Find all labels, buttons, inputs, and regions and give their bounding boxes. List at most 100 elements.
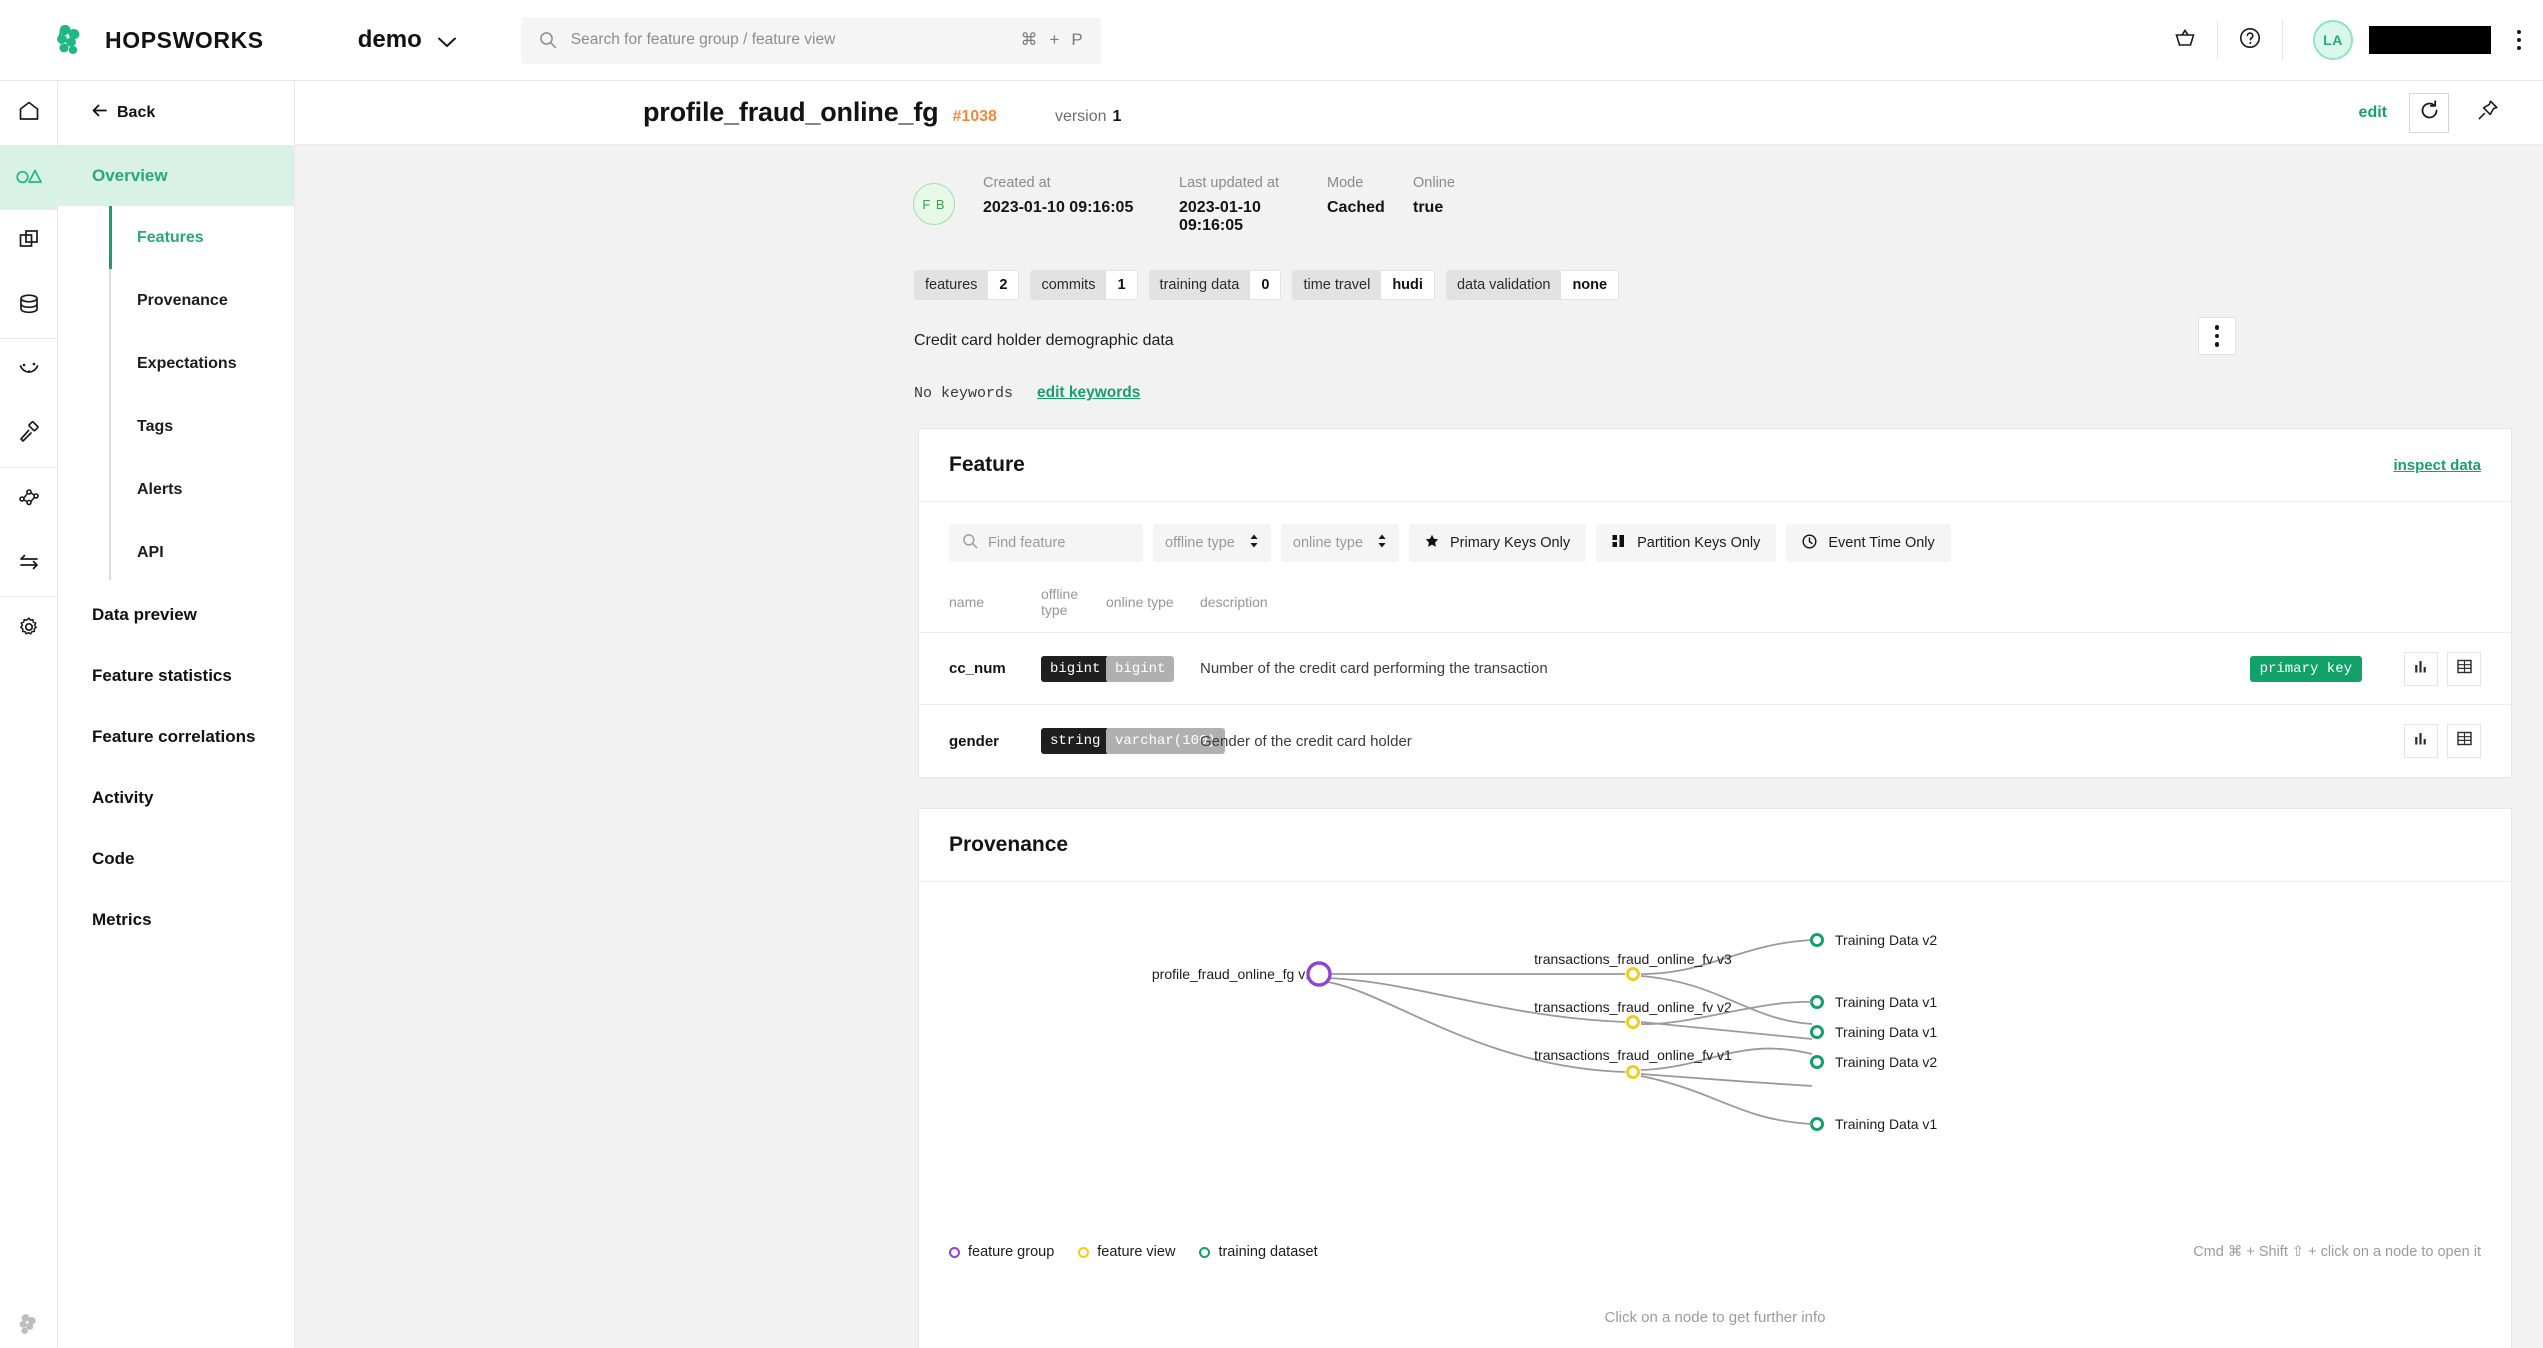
- kebab-menu-icon[interactable]: [2517, 30, 2521, 50]
- online-type-select[interactable]: online type: [1280, 524, 1400, 562]
- inspect-data-link[interactable]: inspect data: [2393, 457, 2481, 474]
- top-bar-actions: LA: [2153, 0, 2521, 80]
- page-id-badge: #1038: [952, 108, 997, 125]
- feature-offline-type-cell: string: [1041, 728, 1110, 754]
- status-badge: [2342, 736, 2362, 746]
- sidebar-item-tags[interactable]: Tags: [58, 395, 294, 458]
- database-icon: [17, 292, 41, 321]
- partition-keys-only-filter[interactable]: Partition Keys Only: [1596, 524, 1777, 562]
- feature-preview-button[interactable]: [2447, 651, 2481, 686]
- sort-updown-icon: [1377, 533, 1387, 553]
- feature-group-options-button[interactable]: [2198, 317, 2236, 355]
- hammer-icon: [17, 420, 41, 450]
- sidebar-item-provenance[interactable]: Provenance: [58, 269, 294, 332]
- gear-icon: [17, 615, 41, 644]
- top-bar: HOPSWORKS demo ⌘ + P: [0, 0, 2543, 81]
- rail-item-feature-store[interactable]: [0, 146, 58, 210]
- bar-chart-icon: [2414, 731, 2429, 751]
- rail-item-model-serving[interactable]: [0, 532, 58, 596]
- global-search[interactable]: ⌘ + P: [520, 16, 1101, 64]
- event-time-label: Event Time Only: [1828, 535, 1935, 551]
- chip-commits[interactable]: commits 1: [1030, 270, 1138, 300]
- feature-statistics-button[interactable]: [2404, 724, 2438, 758]
- back-button[interactable]: Back: [58, 81, 294, 145]
- page-header: profile_fraud_online_fg #1038 version 1 e…: [295, 81, 2543, 145]
- rail-item-settings[interactable]: [0, 597, 58, 661]
- sidebar-overview-label: Overview: [92, 165, 168, 185]
- feature-description: Number of the credit card performing the…: [1200, 660, 1548, 677]
- feature-preview-button[interactable]: [2447, 724, 2481, 758]
- graph-fv-label-v2: transactions_fraud_online_fv v2: [1534, 999, 1732, 1015]
- provenance-graph[interactable]: profile_fraud_online_fg v1 transactions_…: [919, 882, 2511, 1348]
- graph-td-label-2: Training Data v1: [1835, 994, 1937, 1010]
- sidebar-item-expectations[interactable]: Expectations: [58, 332, 294, 395]
- sort-updown-icon: [1249, 533, 1259, 553]
- hopsworks-logo-icon: [52, 22, 88, 58]
- find-feature-input[interactable]: [988, 535, 1130, 551]
- user-name-redacted: [2369, 26, 2491, 54]
- partition-keys-label: Partition Keys Only: [1637, 535, 1761, 551]
- primary-keys-only-filter[interactable]: Primary Keys Only: [1409, 524, 1587, 562]
- legend-label: feature view: [1097, 1244, 1176, 1260]
- sidebar-section-label: Activity: [92, 787, 154, 807]
- rail-item-jobs[interactable]: [0, 339, 58, 403]
- table-row[interactable]: cc_num bigint bigint Number of the credi…: [919, 633, 2511, 705]
- feature-statistics-button[interactable]: [2404, 651, 2438, 686]
- project-switcher[interactable]: demo: [358, 26, 456, 54]
- offline-type-select[interactable]: offline type: [1153, 524, 1271, 562]
- edit-button[interactable]: edit: [2359, 104, 2387, 122]
- legend-feature-view: feature view: [1078, 1244, 1175, 1260]
- graph-fv-label-v1: transactions_fraud_online_fv v1: [1534, 1047, 1732, 1063]
- brand-logo-area[interactable]: HOPSWORKS: [52, 22, 264, 58]
- chip-features[interactable]: features 2: [914, 270, 1020, 300]
- sidebar-section-label: Code: [92, 848, 135, 868]
- user-area[interactable]: LA: [2313, 20, 2491, 60]
- sidebar-item-alerts[interactable]: Alerts: [58, 458, 294, 521]
- event-time-only-filter[interactable]: Event Time Only: [1786, 524, 1951, 562]
- sidebar-item-metrics[interactable]: Metrics: [58, 889, 294, 950]
- chip-time-travel[interactable]: time travel hudi: [1292, 270, 1435, 300]
- chip-training-data[interactable]: training data 0: [1148, 270, 1282, 300]
- sidebar-item-feature-statistics[interactable]: Feature statistics: [58, 645, 294, 706]
- sidebar-item-data-preview[interactable]: Data preview: [58, 584, 294, 645]
- sidebar-item-api[interactable]: API: [58, 521, 294, 584]
- version-value: 1: [1112, 108, 1122, 125]
- graph-node-training-dataset: [1810, 1025, 1824, 1039]
- graph-fv-label-v3: transactions_fraud_online_fv v3: [1534, 951, 1732, 967]
- sidebar-item-features[interactable]: Features: [58, 206, 294, 269]
- chip-value: 2: [988, 270, 1020, 300]
- table-row[interactable]: gender string varchar(100) Gender of the…: [919, 705, 2511, 777]
- graph-td-label-3: Training Data v1: [1835, 1024, 1937, 1040]
- sidebar-item-activity[interactable]: Activity: [58, 767, 294, 828]
- rail-item-experiments[interactable]: [0, 403, 58, 467]
- project-name: demo: [357, 26, 422, 53]
- chip-value: none: [1561, 270, 1620, 300]
- partition-icon: [1612, 534, 1626, 552]
- provenance-graph-svg[interactable]: profile_fraud_online_fg v1 transactions_…: [919, 882, 2511, 1222]
- rail-item-storage-connectors[interactable]: [0, 274, 58, 338]
- feature-group-avatar: F B: [913, 183, 955, 225]
- chip-key: training data: [1148, 270, 1251, 300]
- main-content: profile_fraud_online_fg #1038 version 1 e…: [295, 81, 2543, 1348]
- sidebar: Back Overview Features Provenance Expect…: [58, 81, 295, 1348]
- rail-item-home[interactable]: [0, 81, 58, 145]
- search-input[interactable]: [570, 31, 1007, 49]
- pin-button[interactable]: [2471, 96, 2505, 130]
- sidebar-item-overview[interactable]: Overview: [58, 145, 294, 206]
- edit-keywords-link[interactable]: edit keywords: [1037, 384, 1140, 402]
- meta-label: Last updated at: [1179, 175, 1279, 191]
- rail-item-model-registry[interactable]: [0, 468, 58, 532]
- clock-icon: [1802, 533, 1817, 553]
- basket-button[interactable]: [2153, 0, 2217, 81]
- chip-data-validation[interactable]: data validation none: [1445, 270, 1620, 300]
- pin-icon: [2477, 99, 2499, 126]
- help-button[interactable]: [2218, 0, 2282, 81]
- rail-item-feature-views[interactable]: [0, 210, 58, 274]
- sidebar-item-code[interactable]: Code: [58, 828, 294, 889]
- refresh-button[interactable]: [2409, 92, 2449, 133]
- chip-key: features: [914, 270, 989, 300]
- sidebar-item-feature-correlations[interactable]: Feature correlations: [58, 706, 294, 767]
- refresh-icon: [2419, 99, 2440, 126]
- find-feature-search[interactable]: [949, 524, 1143, 562]
- offline-type-badge: bigint: [1041, 655, 1110, 682]
